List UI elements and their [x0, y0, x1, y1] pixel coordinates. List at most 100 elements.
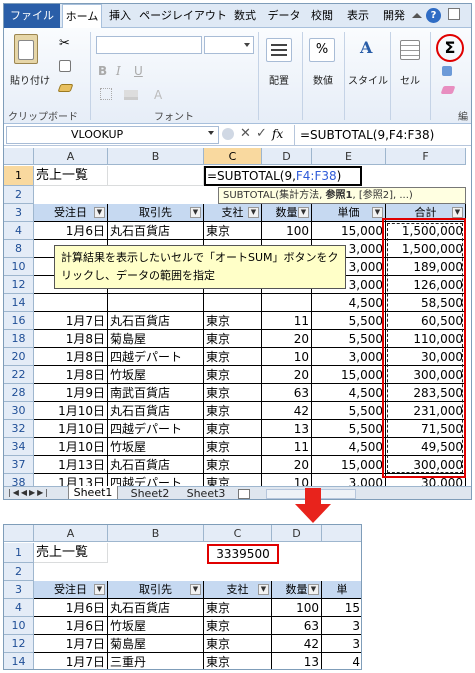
table-cell[interactable]: 3,000 [312, 348, 386, 366]
cells-icon[interactable] [400, 40, 420, 60]
table-cell[interactable]: 東京 [204, 420, 262, 438]
new-sheet-icon[interactable] [238, 489, 250, 499]
table-cell[interactable]: 11 [262, 312, 312, 330]
filter-dropdown-icon[interactable]: ▼ [372, 207, 383, 218]
table-cell[interactable]: 63 [262, 384, 312, 402]
active-cell-c1[interactable]: =SUBTOTAL(9,F4:F38) [204, 166, 362, 186]
table-cell[interactable]: 1月8日 [34, 330, 108, 348]
table-cell[interactable]: 1月13日 [34, 456, 108, 474]
column-header-d[interactable]: D [272, 525, 322, 542]
font-size-dropdown-icon[interactable] [244, 43, 250, 47]
column-header-c[interactable]: C [204, 525, 272, 542]
column-header-e[interactable]: E [312, 148, 386, 165]
percent-icon[interactable]: % [309, 38, 335, 62]
fill-color-icon[interactable] [124, 90, 138, 100]
result-value-cell[interactable]: 3339500 [207, 544, 279, 564]
table-cell[interactable]: 20 [262, 366, 312, 384]
row-header[interactable]: 1 [4, 166, 34, 186]
table-cell[interactable]: 1月10日 [34, 402, 108, 420]
select-all-corner[interactable] [4, 525, 34, 542]
borders-icon[interactable] [100, 88, 112, 100]
paste-label[interactable]: 貼り付け [6, 72, 54, 87]
row-header[interactable]: 8 [4, 240, 34, 258]
table-cell[interactable] [262, 294, 312, 312]
row-header[interactable]: 30 [4, 402, 34, 420]
format-painter-icon[interactable] [57, 84, 74, 92]
table-cell[interactable] [34, 294, 108, 312]
table-cell[interactable]: 15 [322, 599, 361, 617]
table-cell[interactable]: 42 [262, 402, 312, 420]
font-color-icon[interactable]: A [154, 88, 162, 102]
column-header-f[interactable]: F [386, 148, 466, 165]
table-cell[interactable]: 丸石百貨店 [108, 456, 204, 474]
table-cell[interactable]: 1月6日 [34, 599, 108, 617]
autosum-button[interactable]: Σ [436, 34, 464, 62]
filter-dropdown-icon[interactable]: ▼ [452, 207, 463, 218]
table-cell[interactable]: 東京 [204, 653, 272, 669]
sheet-tab-3[interactable]: Sheet3 [182, 487, 230, 499]
table-cell[interactable]: 四越デパート [108, 420, 204, 438]
styles-icon[interactable]: A [360, 38, 372, 57]
ribbon-collapse-icon[interactable] [412, 12, 422, 18]
row-header[interactable]: 12 [4, 276, 34, 294]
table-cell[interactable]: 1月9日 [34, 384, 108, 402]
enter-icon[interactable]: ✓ [256, 126, 267, 141]
copy-icon[interactable] [59, 60, 71, 72]
column-header-c[interactable]: C [204, 148, 262, 165]
tab-view[interactable]: 表示 [344, 4, 372, 28]
column-header-e[interactable] [322, 525, 361, 542]
table-cell[interactable]: 15,000 [312, 222, 386, 240]
cancel-icon[interactable]: ✕ [240, 126, 251, 141]
styles-label[interactable]: スタイル [348, 72, 388, 87]
table-cell[interactable]: 20 [262, 330, 312, 348]
alignment-icon[interactable] [266, 38, 292, 62]
table-cell[interactable]: 丸石百貨店 [108, 312, 204, 330]
tab-formulas[interactable]: 数式 [231, 4, 259, 28]
filter-dropdown-icon[interactable]: ▼ [258, 584, 269, 595]
clear-icon[interactable] [440, 86, 456, 94]
row-header[interactable]: 34 [4, 438, 34, 456]
table-cell[interactable]: 5,500 [312, 420, 386, 438]
row-header[interactable]: 2 [4, 563, 34, 581]
table-cell[interactable]: 3 [322, 617, 361, 635]
row-header[interactable]: 14 [4, 653, 34, 669]
table-cell[interactable]: 東京 [204, 635, 272, 653]
tab-insert[interactable]: 挿入 [106, 4, 134, 28]
table-cell[interactable]: 63 [272, 617, 322, 635]
formula-input[interactable]: =SUBTOTAL(9,F4:F38) [300, 128, 434, 142]
table-cell[interactable]: 1月6日 [34, 222, 108, 240]
cut-icon[interactable]: ✂ [59, 36, 70, 51]
table-cell[interactable] [204, 294, 262, 312]
table-cell[interactable]: 東京 [204, 384, 262, 402]
table-cell[interactable]: 菊島屋 [108, 635, 204, 653]
column-header-a[interactable]: A [34, 525, 108, 542]
column-header-a[interactable]: A [34, 148, 108, 165]
tab-review[interactable]: 校閲 [308, 4, 336, 28]
cell[interactable] [108, 166, 204, 186]
number-label[interactable]: 数値 [306, 72, 340, 87]
column-heading-cell[interactable]: 単 [322, 581, 361, 599]
row-header[interactable]: 2 [4, 186, 34, 204]
table-cell[interactable]: 42 [272, 635, 322, 653]
table-cell[interactable]: 13 [262, 420, 312, 438]
table-cell[interactable]: 1月10日 [34, 420, 108, 438]
table-cell[interactable]: 3 [322, 635, 361, 653]
table-cell[interactable]: 1月10日 [34, 438, 108, 456]
row-header[interactable]: 32 [4, 420, 34, 438]
table-cell[interactable]: 4,500 [312, 438, 386, 456]
table-cell[interactable]: 4,500 [312, 384, 386, 402]
tab-page-layout[interactable]: ページレイアウト [138, 4, 228, 28]
table-cell[interactable]: 東京 [204, 617, 272, 635]
row-header[interactable]: 16 [4, 312, 34, 330]
row-header[interactable]: 18 [4, 330, 34, 348]
table-cell[interactable]: 5,500 [312, 402, 386, 420]
row-header[interactable]: 28 [4, 384, 34, 402]
row-header[interactable]: 37 [4, 456, 34, 474]
row-header[interactable]: 3 [4, 204, 34, 222]
italic-button[interactable]: I [116, 64, 121, 78]
table-cell[interactable]: 100 [272, 599, 322, 617]
table-cell[interactable]: 竹坂屋 [108, 438, 204, 456]
filter-dropdown-icon[interactable]: ▼ [248, 207, 259, 218]
table-cell[interactable]: 10 [262, 348, 312, 366]
table-cell[interactable]: 1月7日 [34, 635, 108, 653]
